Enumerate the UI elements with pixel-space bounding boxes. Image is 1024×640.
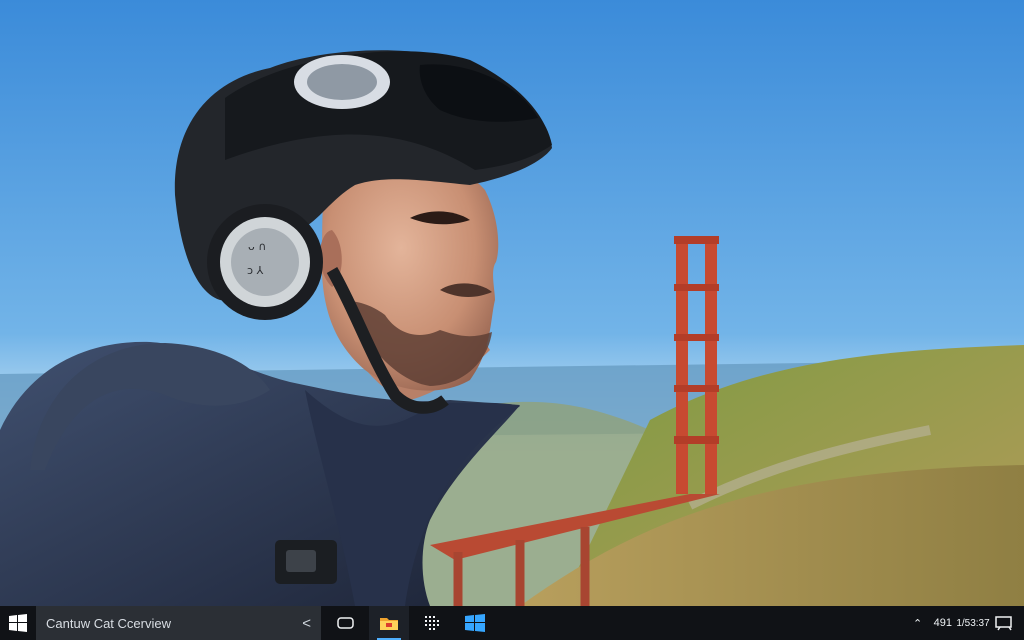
- file-explorer-button[interactable]: [369, 606, 409, 640]
- app-grid-button[interactable]: [412, 606, 452, 640]
- system-tray: ⌃ 491 1/5 3:37: [910, 606, 1024, 640]
- search-text: Cantuw Cat Ccerview: [46, 615, 171, 631]
- task-view-button[interactable]: [326, 606, 366, 640]
- windows-app-button[interactable]: [455, 606, 495, 640]
- svg-text:ɔ ⅄: ɔ ⅄: [247, 264, 264, 277]
- taskbar: Cantuw Cat Ccerview < ⌃ 491 1/5 3:37: [0, 606, 1024, 640]
- tray-number[interactable]: 491: [934, 606, 952, 640]
- file-explorer-icon: [380, 618, 398, 630]
- notification-icon: [995, 616, 1012, 631]
- app-grid-icon: [425, 616, 439, 630]
- clock-line-2: 3:37: [970, 617, 990, 629]
- svg-text:ᴗ ∩: ᴗ ∩: [248, 240, 266, 253]
- desktop: ᴗ ∩ ɔ ⅄ Cantuw Cat Ccerview < ⌃ 491 1/5 …: [0, 0, 1024, 640]
- wallpaper: ᴗ ∩ ɔ ⅄: [0, 0, 1024, 606]
- chevron-up-icon: ⌃: [913, 617, 923, 630]
- windows-logo-icon: [9, 614, 27, 632]
- taskbar-apps: [326, 606, 495, 640]
- clock-line-1: 1/5: [956, 617, 971, 629]
- search-box[interactable]: Cantuw Cat Ccerview <: [36, 606, 321, 640]
- notification-button[interactable]: [994, 606, 1014, 640]
- start-button[interactable]: [0, 606, 36, 640]
- chevron-left-icon[interactable]: <: [302, 615, 311, 632]
- task-view-icon: [337, 617, 354, 629]
- tray-overflow-button[interactable]: ⌃: [910, 606, 926, 640]
- clock[interactable]: 1/5 3:37: [956, 606, 990, 640]
- windows-logo-icon: [465, 614, 485, 632]
